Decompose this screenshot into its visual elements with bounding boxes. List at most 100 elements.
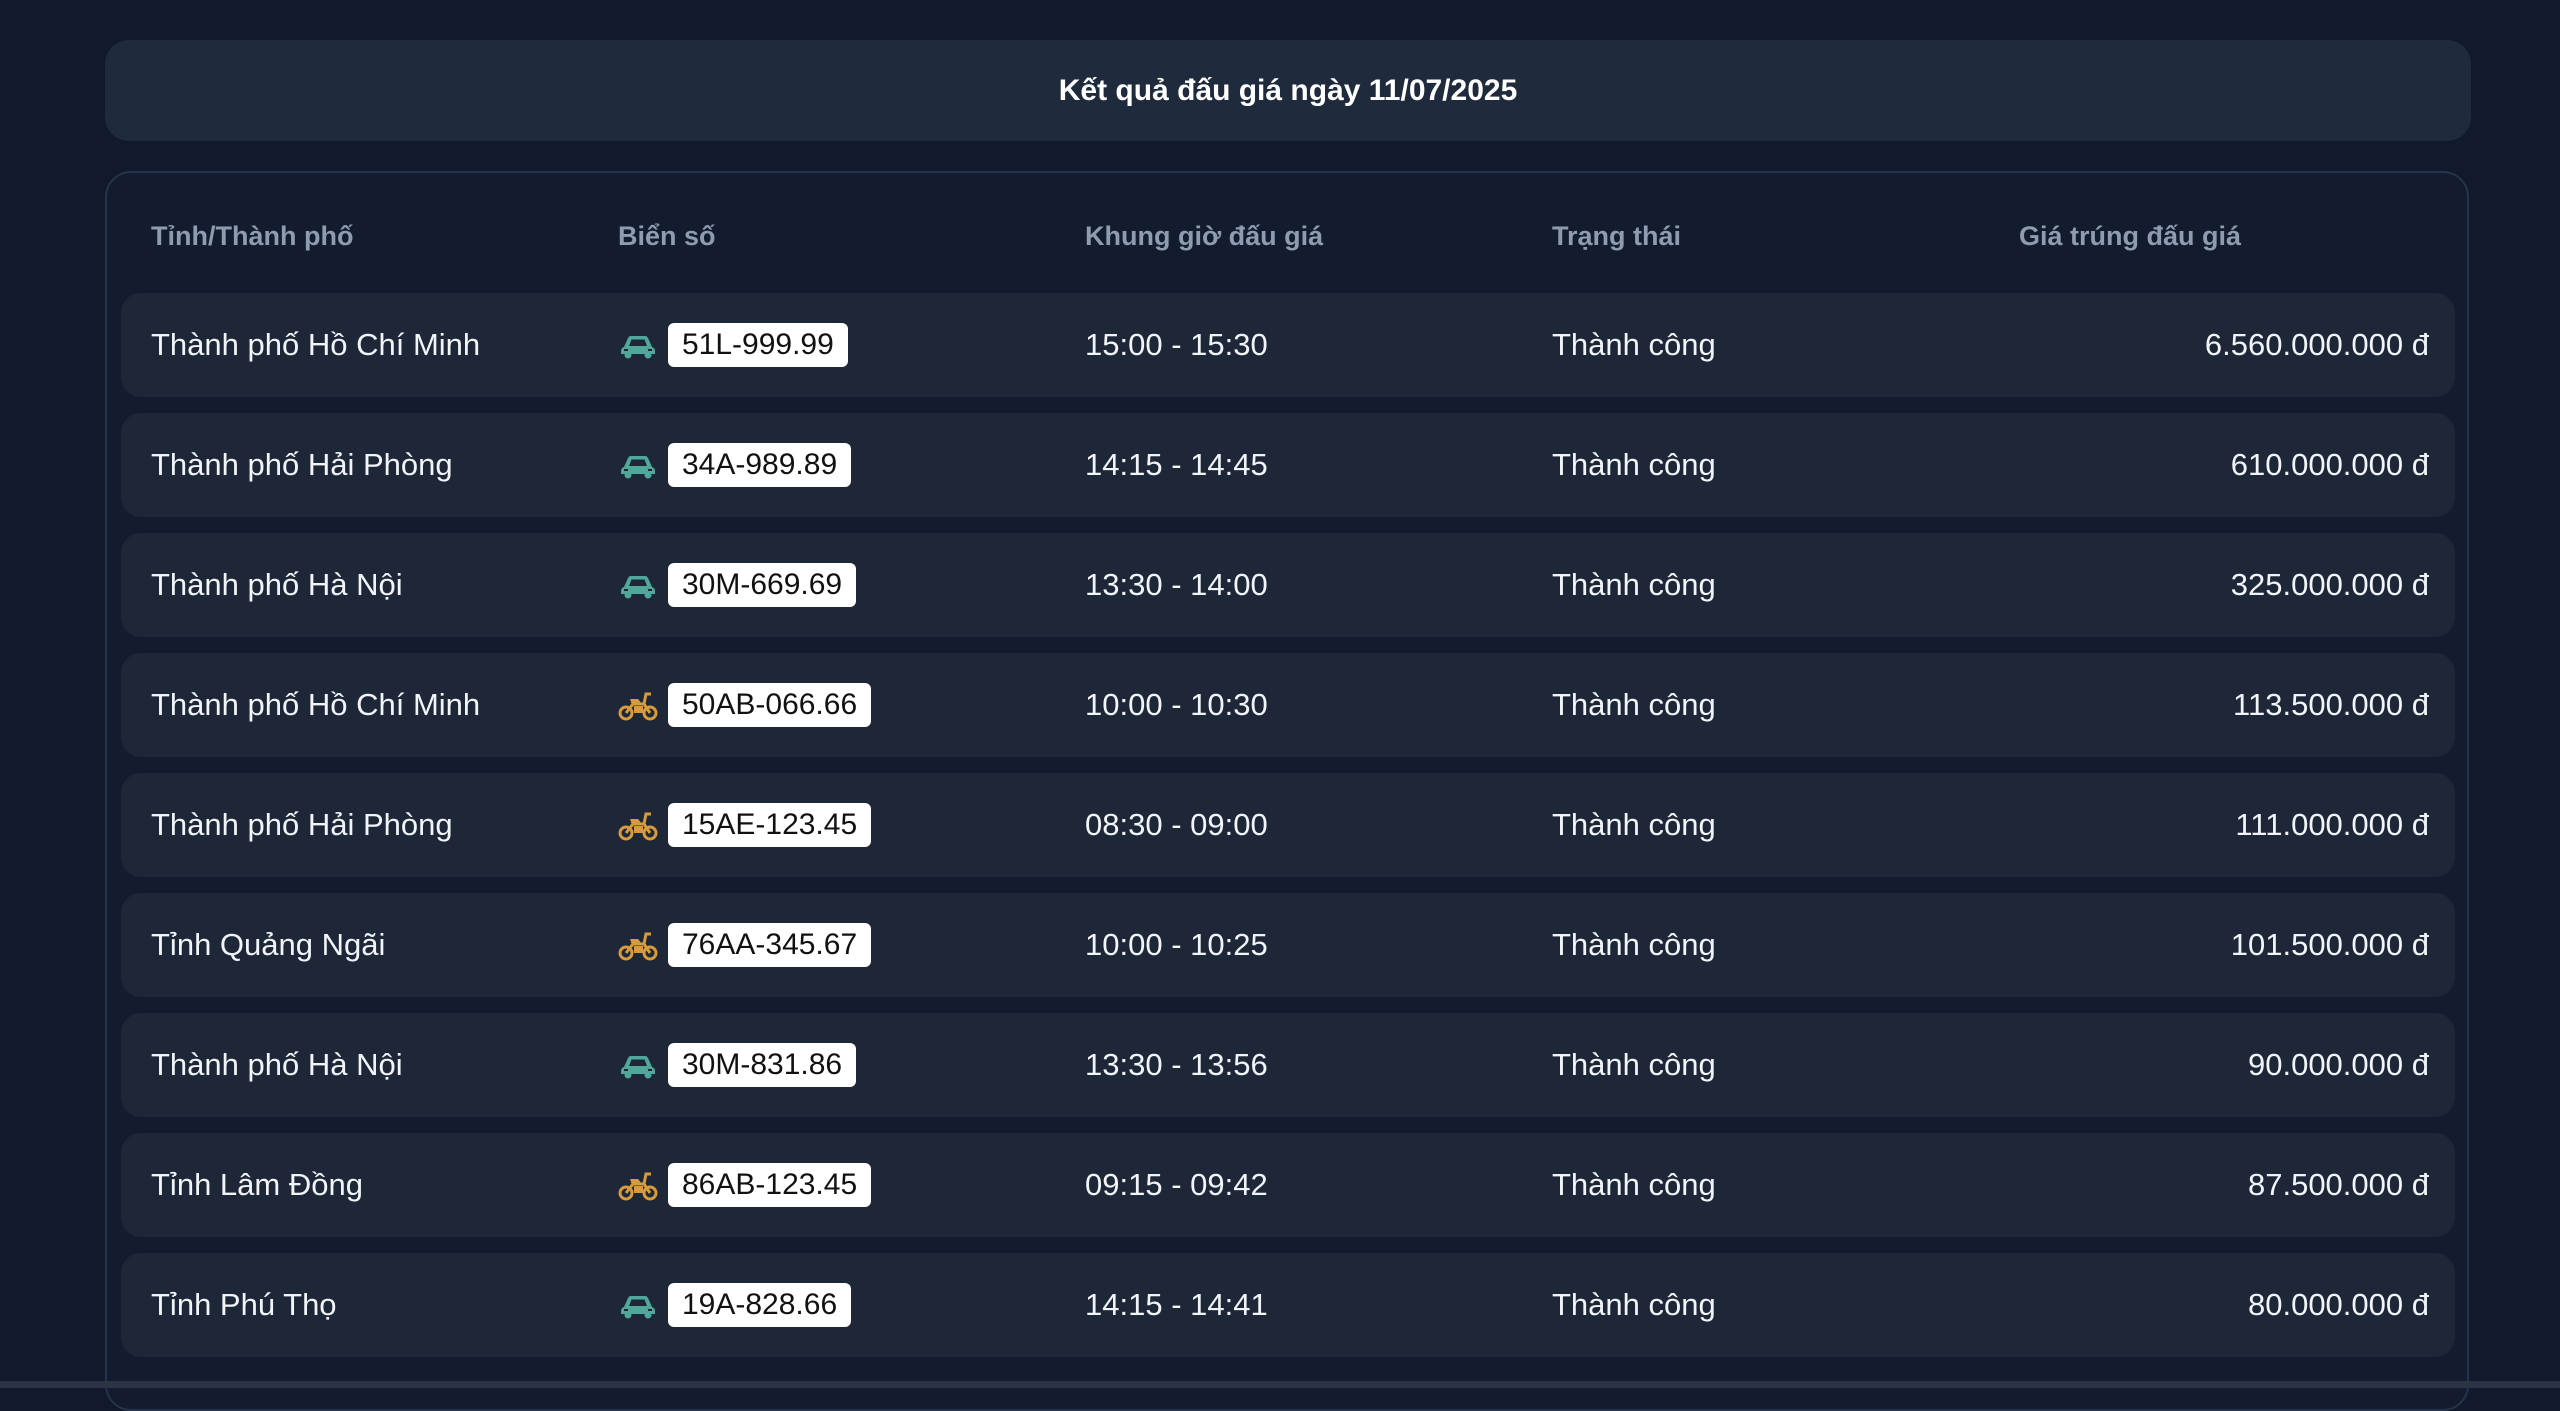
province-cell: Thành phố Hải Phòng	[151, 773, 453, 877]
status-cell: Thành công	[1552, 413, 1716, 517]
car-icon	[618, 1049, 658, 1081]
plate-cell: 51L-999.99	[618, 293, 848, 397]
province-cell: Thành phố Hồ Chí Minh	[151, 293, 480, 397]
table-row[interactable]: Thành phố Hải Phòng 34A-989.89 14:15 - 14:…	[121, 413, 2455, 517]
license-plate: 34A-989.89	[668, 443, 852, 487]
table-header-row: Tỉnh/Thành phố Biển số Khung giờ đấu giá…	[107, 221, 2467, 261]
status-cell: Thành công	[1552, 293, 1716, 397]
table-row[interactable]: Thành phố Hồ Chí Minh 51L-999.99 15:00 - 1…	[121, 293, 2455, 397]
table-row[interactable]: Thành phố Hồ Chí Minh 50AB-066.66 10:00 - …	[121, 653, 2455, 757]
plate-cell: 30M-669.69	[618, 533, 857, 637]
time-slot-cell: 14:15 - 14:45	[1085, 413, 1268, 517]
time-slot-cell: 14:15 - 14:41	[1085, 1253, 1268, 1357]
motorbike-icon	[618, 689, 658, 721]
car-icon	[618, 449, 658, 481]
license-plate: 30M-669.69	[668, 563, 857, 607]
table-row[interactable]: Tỉnh Phú Thọ 19A-828.66 14:15 - 14:41 Thành…	[121, 1253, 2455, 1357]
table-row[interactable]: Thành phố Hà Nội 30M-669.69 13:30 - 14:00 T…	[121, 533, 2455, 637]
price-cell: 87.500.000 đ	[2248, 1133, 2429, 1237]
status-cell: Thành công	[1552, 893, 1716, 997]
time-slot-text: 13:30 - 13:56	[1085, 1047, 1268, 1082]
province-cell: Thành phố Hồ Chí Minh	[151, 653, 480, 757]
time-slot-cell: 08:30 - 09:00	[1085, 773, 1268, 877]
status-cell: Thành công	[1552, 1013, 1716, 1117]
horizontal-scrollbar[interactable]	[0, 1381, 2560, 1388]
time-slot-cell: 15:00 - 15:30	[1085, 293, 1268, 397]
status-text: Thành công	[1552, 1047, 1716, 1082]
status-cell: Thành công	[1552, 773, 1716, 877]
time-slot-cell: 09:15 - 09:42	[1085, 1133, 1268, 1237]
car-icon	[618, 1289, 658, 1321]
price-text: 111.000.000 đ	[2235, 807, 2429, 842]
price-text: 80.000.000 đ	[2247, 1287, 2429, 1322]
province-text: Tỉnh Lâm Đồng	[151, 1167, 363, 1202]
car-icon	[618, 329, 658, 361]
motorbike-icon	[618, 929, 658, 961]
price-text: 101.500.000 đ	[2230, 927, 2429, 962]
time-slot-cell: 10:00 - 10:25	[1085, 893, 1268, 997]
table-row[interactable]: Tỉnh Lâm Đồng 86AB-123.45 09:15 - 09:42 Thà…	[121, 1133, 2455, 1237]
license-plate: 50AB-066.66	[668, 683, 872, 727]
status-cell: Thành công	[1552, 1133, 1716, 1237]
time-slot-cell: 13:30 - 13:56	[1085, 1013, 1268, 1117]
table-row[interactable]: Tỉnh Quảng Ngãi 76AA-345.67 10:00 - 10:25 T…	[121, 893, 2455, 997]
license-plate: 30M-831.86	[668, 1043, 857, 1087]
table-row[interactable]: Thành phố Hà Nội 30M-831.86 13:30 - 13:56 T…	[121, 1013, 2455, 1117]
status-text: Thành công	[1552, 927, 1716, 962]
status-cell: Thành công	[1552, 1253, 1716, 1357]
column-header-plate: Biển số	[618, 221, 716, 251]
status-text: Thành công	[1552, 687, 1716, 722]
time-slot-text: 10:00 - 10:30	[1085, 687, 1268, 722]
price-text: 610.000.000 đ	[2230, 447, 2429, 482]
province-text: Tỉnh Phú Thọ	[151, 1287, 337, 1322]
time-slot-text: 08:30 - 09:00	[1085, 807, 1268, 842]
price-cell: 80.000.000 đ	[2248, 1253, 2429, 1357]
province-cell: Tỉnh Lâm Đồng	[151, 1133, 363, 1237]
time-slot-text: 09:15 - 09:42	[1085, 1167, 1268, 1202]
license-plate: 51L-999.99	[668, 323, 848, 367]
column-header-province: Tỉnh/Thành phố	[151, 221, 354, 251]
price-cell: 90.000.000 đ	[2248, 1013, 2429, 1117]
status-cell: Thành công	[1552, 533, 1716, 637]
license-plate: 15AE-123.45	[668, 803, 872, 847]
price-text: 90.000.000 đ	[2247, 1047, 2429, 1082]
province-text: Tỉnh Quảng Ngãi	[151, 927, 386, 962]
province-text: Thành phố Hà Nội	[151, 567, 403, 602]
price-text: 87.500.000 đ	[2247, 1167, 2429, 1202]
time-slot-text: 14:15 - 14:41	[1085, 1287, 1268, 1322]
price-text: 113.500.000 đ	[2233, 687, 2429, 722]
province-cell: Tỉnh Quảng Ngãi	[151, 893, 385, 997]
status-text: Thành công	[1552, 807, 1716, 842]
price-cell: 111.000.000 đ	[2235, 773, 2429, 877]
price-cell: 101.500.000 đ	[2231, 893, 2429, 997]
plate-cell: 30M-831.86	[618, 1013, 857, 1117]
province-text: Thành phố Hải Phòng	[151, 807, 453, 842]
price-cell: 325.000.000 đ	[2231, 533, 2429, 637]
column-header-status: Trạng thái	[1552, 221, 1682, 251]
status-text: Thành công	[1552, 1167, 1716, 1202]
motorbike-icon	[618, 809, 658, 841]
price-cell: 610.000.000 đ	[2231, 413, 2429, 517]
status-text: Thành công	[1552, 327, 1716, 362]
time-slot-cell: 13:30 - 14:00	[1085, 533, 1268, 637]
price-text: 6.560.000.000 đ	[2204, 327, 2429, 362]
plate-cell: 15AE-123.45	[618, 773, 872, 877]
status-text: Thành công	[1552, 1287, 1716, 1322]
results-header: Kết quả đấu giá ngày 11/07/2025	[105, 40, 2471, 141]
results-table: Tỉnh/Thành phố Biển số Khung giờ đấu giá…	[105, 171, 2469, 1411]
plate-cell: 86AB-123.45	[618, 1133, 872, 1237]
column-header-time-slot: Khung giờ đấu giá	[1085, 221, 1324, 251]
price-text: 325.000.000 đ	[2230, 567, 2429, 602]
price-cell: 6.560.000.000 đ	[2205, 293, 2429, 397]
time-slot-cell: 10:00 - 10:30	[1085, 653, 1268, 757]
province-text: Thành phố Hồ Chí Minh	[151, 687, 481, 722]
province-text: Thành phố Hải Phòng	[151, 447, 453, 482]
province-text: Thành phố Hà Nội	[151, 1047, 403, 1082]
column-header-price: Giá trúng đấu giá	[2019, 221, 2242, 251]
plate-cell: 34A-989.89	[618, 413, 852, 517]
time-slot-text: 10:00 - 10:25	[1085, 927, 1268, 962]
time-slot-text: 14:15 - 14:45	[1085, 447, 1268, 482]
province-cell: Thành phố Hà Nội	[151, 1013, 403, 1117]
license-plate: 76AA-345.67	[668, 923, 872, 967]
table-row[interactable]: Thành phố Hải Phòng 15AE-123.45 08:30 - 09…	[121, 773, 2455, 877]
